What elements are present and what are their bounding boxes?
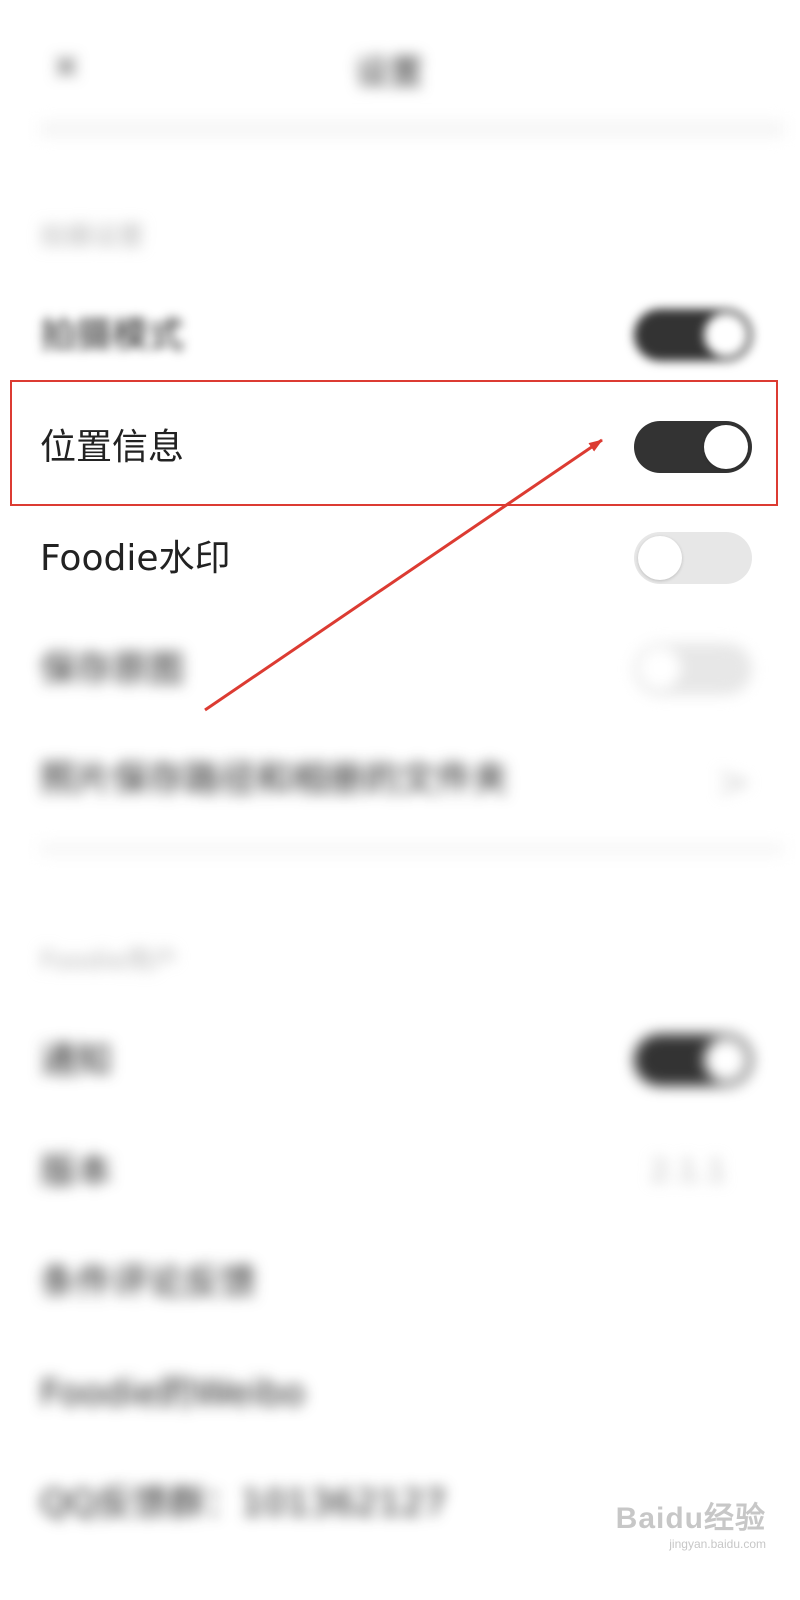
foodie-watermark-toggle[interactable] (634, 532, 752, 584)
setting-label-qq-group[interactable]: QQ反馈群：101362127 (40, 1486, 447, 1522)
save-original-toggle[interactable] (634, 643, 752, 695)
section-label: Foodie用户 (40, 946, 178, 976)
toggle-knob (638, 647, 682, 691)
setting-label-feedback[interactable]: 条件评论反馈 (40, 1265, 256, 1301)
setting-label-foodie-watermark: Foodie水印 (40, 538, 231, 579)
section-divider (40, 842, 784, 856)
baidu-watermark-sub: jingyan.baidu.com (669, 1537, 766, 1551)
toggle-knob (704, 313, 748, 357)
header-divider (40, 120, 784, 138)
baidu-watermark-main: Baidu经验 (615, 1502, 766, 1535)
setting-label-notification: 通知 (40, 1040, 113, 1081)
notification-toggle[interactable] (634, 1034, 752, 1086)
chevron-right-icon: > (716, 757, 752, 806)
close-icon[interactable]: × (52, 46, 81, 86)
setting-label-save-path[interactable]: 照片保存路径和相册的文件夹 (40, 762, 508, 798)
toggle-knob (704, 1038, 748, 1082)
location-highlight-box (10, 380, 778, 506)
setting-label-save-original: 保存原图 (40, 649, 185, 690)
section-label: 拍摄设置 (40, 222, 145, 252)
setting-label-weibo[interactable]: Foodie的Weibo (40, 1376, 305, 1412)
setting-label-version: 版本 (40, 1151, 113, 1192)
toggle-knob (638, 536, 682, 580)
header: × 设置 (0, 0, 784, 150)
page-title: 设置 (355, 53, 423, 93)
baidu-watermark: Baidu经验 jingyan.baidu.com (615, 1502, 766, 1551)
version-value: 2.1.1 (650, 1154, 727, 1189)
shooting-mode-toggle[interactable] (634, 309, 752, 361)
setting-label-shooting-mode: 拍摄模式 (40, 315, 185, 356)
